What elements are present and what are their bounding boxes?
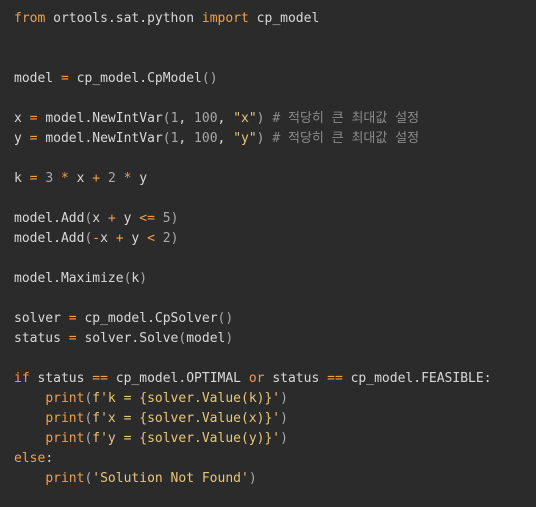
- code-line: from ortools.sat.python import cp_model: [14, 11, 320, 26]
- code-line: if status == cp_model.OPTIMAL or status …: [14, 371, 492, 386]
- code-line: k = 3 * x + 2 * y: [14, 171, 148, 186]
- code-line: else:: [14, 451, 54, 466]
- code-line: status = solver.Solve(model): [14, 331, 234, 346]
- code-line: y = model.NewIntVar(1, 100, "y") # 적당히 큰…: [14, 131, 420, 146]
- code-line: print('Solution Not Found'): [45, 471, 257, 486]
- code-line: print(f'y = {solver.Value(y)}'): [45, 431, 288, 446]
- code-line: model.Add(-x + y < 2): [14, 231, 179, 246]
- code-lines: from ortools.sat.python import cp_model …: [14, 9, 536, 489]
- code-editor[interactable]: from ortools.sat.python import cp_model …: [0, 0, 536, 507]
- code-line: print(f'x = {solver.Value(x)}'): [45, 411, 288, 426]
- code-line: x = model.NewIntVar(1, 100, "x") # 적당히 큰…: [14, 111, 420, 126]
- code-line: solver = cp_model.CpSolver(): [14, 311, 234, 326]
- code-line: model.Maximize(k): [14, 271, 148, 286]
- code-line: model.Add(x + y <= 5): [14, 211, 179, 226]
- code-line: print(f'k = {solver.Value(k)}'): [45, 391, 288, 406]
- code-line: model = cp_model.CpModel(): [14, 71, 218, 86]
